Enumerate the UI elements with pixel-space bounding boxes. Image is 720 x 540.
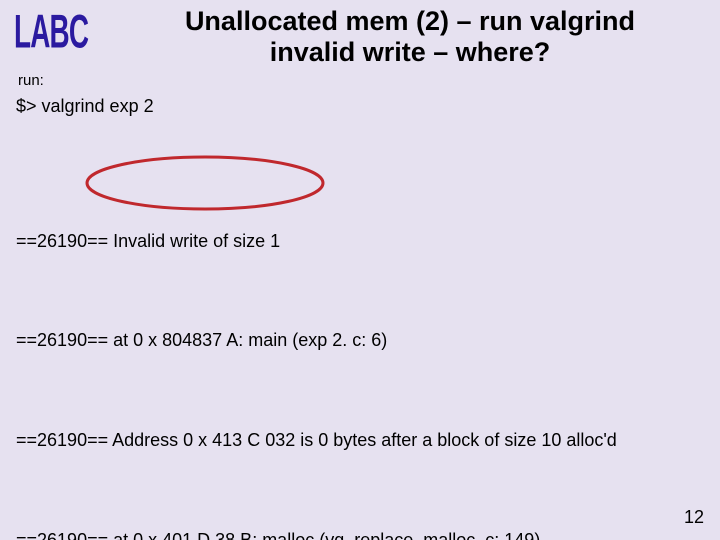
output-line: ==26190== at 0 x 401 D 38 B: malloc (vg_… xyxy=(16,524,704,540)
output-line: ==26190== at 0 x 804837 A: main (exp 2. … xyxy=(16,324,704,357)
command-line: $> valgrind exp 2 xyxy=(16,96,154,117)
output-line: ==26190== Address 0 x 413 C 032 is 0 byt… xyxy=(16,424,704,457)
run-label: run: xyxy=(18,72,44,89)
title-line-1: Unallocated mem (2) – run valgrind xyxy=(185,6,635,36)
valgrind-output: ==26190== Invalid write of size 1 ==2619… xyxy=(16,158,704,540)
slide-title: Unallocated mem (2) – run valgrind inval… xyxy=(130,6,690,68)
title-line-2: invalid write – where? xyxy=(270,37,551,67)
logo: LABC xyxy=(14,6,88,60)
page-number: 12 xyxy=(684,507,704,528)
output-line: ==26190== Invalid write of size 1 xyxy=(16,225,704,258)
